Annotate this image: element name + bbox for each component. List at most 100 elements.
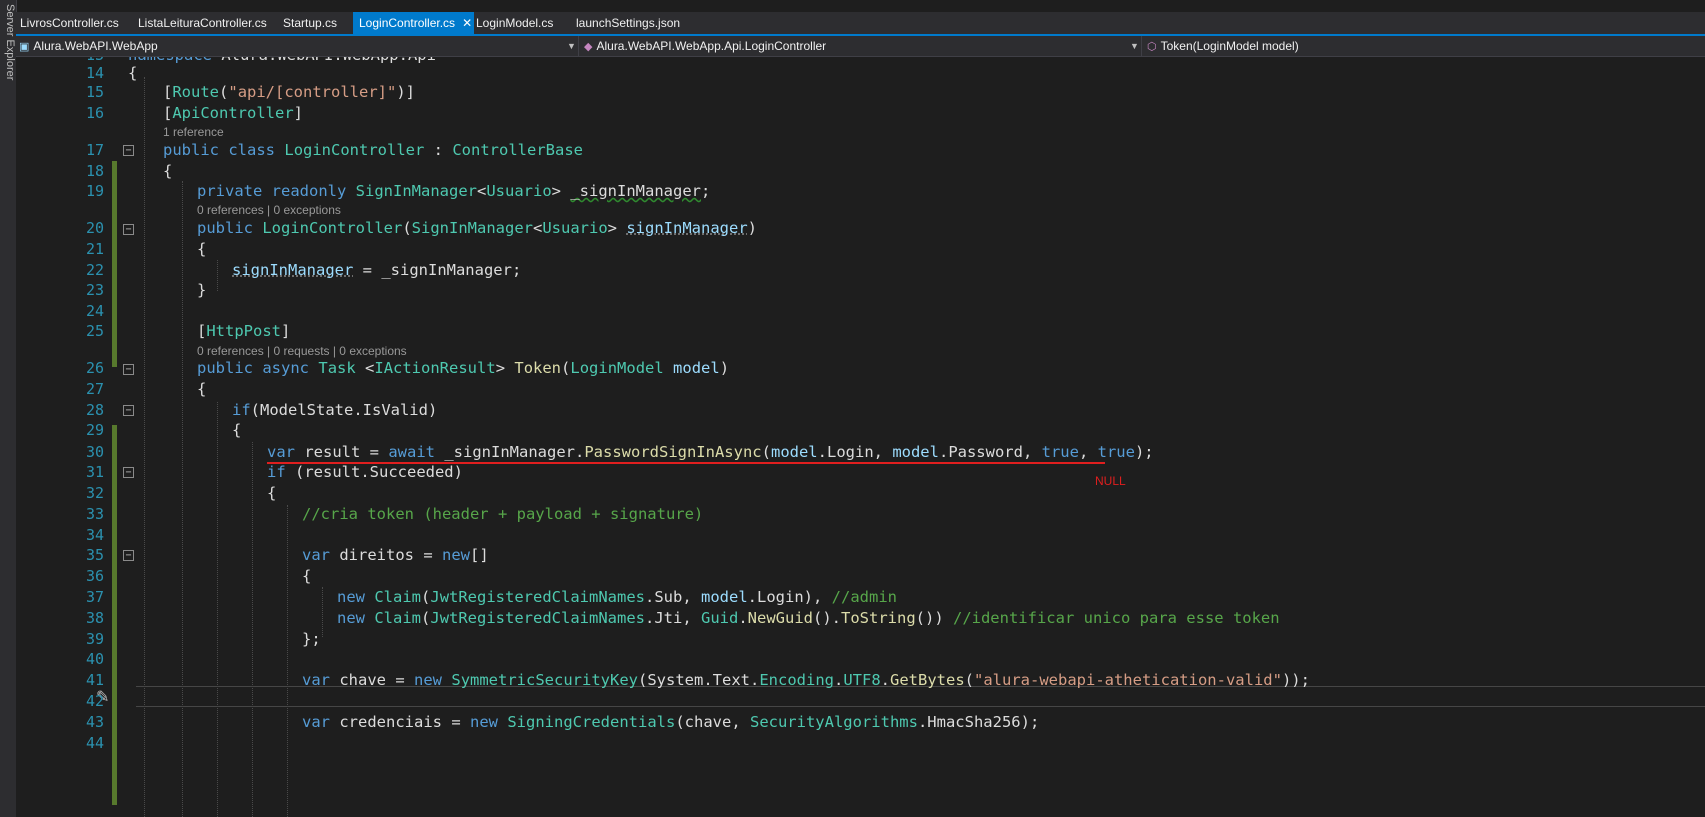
code-text: [ApiController] (163, 104, 304, 122)
tab-startup[interactable]: Startup.cs (283, 12, 337, 34)
tab-label: LoginModel.cs (476, 16, 554, 30)
code-line[interactable]: 39 }; (16, 629, 1705, 649)
code-comment: //cria token (header + payload + signatu… (302, 505, 704, 523)
method-icon: ⬡ (1147, 41, 1157, 53)
code-line[interactable]: 37 new Claim(JwtRegisteredClaimNames.Sub… (16, 587, 1705, 607)
project-label: Alura.WebAPI.WebApp (33, 39, 158, 53)
code-text: { (128, 64, 138, 82)
tab-label: Startup.cs (283, 16, 338, 30)
code-text: [HttpPost] (197, 322, 291, 340)
code-line[interactable]: 35 var direitos = new[] (16, 545, 1705, 565)
code-text: { (163, 162, 173, 180)
codelens-references[interactable]: 1 reference (163, 125, 224, 139)
chevron-down-icon[interactable]: ▼ (567, 37, 576, 55)
code-line[interactable]: 18 { (16, 161, 1705, 181)
code-editor[interactable]: − − − − − − ✎ 13 namespace Alura.WebAPI.… (16, 57, 1705, 817)
project-dropdown[interactable]: ▣ Alura.WebAPI.WebApp (19, 37, 158, 55)
tab-launch-settings[interactable]: launchSettings.json (576, 12, 680, 34)
code-text: new Claim(JwtRegisteredClaimNames.Sub, m… (337, 588, 897, 606)
tab-lista-leitura-controller[interactable]: ListaLeituraController.cs (138, 12, 267, 34)
line-number: 32 (85, 484, 104, 502)
tab-label: LivrosController.cs (20, 16, 119, 30)
type-dropdown[interactable]: ◆ Alura.WebAPI.WebApp.Api.LoginController (584, 37, 826, 55)
code-line[interactable]: 17 public class LoginController : Contro… (16, 140, 1705, 160)
csharp-project-icon: ▣ (19, 41, 30, 53)
line-number: 29 (85, 421, 104, 439)
code-line[interactable]: 21 { (16, 239, 1705, 259)
code-line[interactable]: 28 if(ModelState.IsValid) (16, 400, 1705, 420)
close-icon[interactable]: ✕ (462, 16, 472, 30)
divider (578, 36, 579, 56)
code-line[interactable]: 16 [ApiController] (16, 103, 1705, 123)
code-line[interactable]: 38 new Claim(JwtRegisteredClaimNames.Jti… (16, 608, 1705, 628)
line-number: 44 (85, 734, 104, 752)
codelens-references[interactable]: 0 references | 0 exceptions (197, 203, 341, 217)
code-text: }; (302, 630, 321, 648)
line-number: 30 (85, 443, 104, 461)
tab-login-controller[interactable]: LoginController.cs ✕ (353, 12, 475, 34)
code-text: { (197, 380, 207, 398)
code-text: [Route("api/[controller]")] (163, 83, 416, 101)
code-line[interactable]: 15 [Route("api/[controller]")] (16, 82, 1705, 102)
code-line[interactable]: 36 { (16, 566, 1705, 586)
line-number: 22 (85, 261, 104, 279)
code-line[interactable]: 19 private readonly SignInManager<Usuari… (16, 181, 1705, 201)
null-annotation-label: NULL (1095, 474, 1126, 488)
code-line[interactable]: 43 var credenciais = new SigningCredenti… (16, 712, 1705, 732)
line-number: 41 (85, 671, 104, 689)
code-line[interactable]: 31 if (result.Succeeded) (16, 462, 1705, 482)
code-text: var credenciais = new SigningCredentials… (302, 713, 1040, 731)
code-line[interactable]: 25 [HttpPost] (16, 321, 1705, 341)
code-line[interactable]: 27 { (16, 379, 1705, 399)
class-icon: ◆ (584, 41, 593, 53)
line-number: 24 (85, 302, 104, 320)
member-dropdown[interactable]: ⬡ Token(LoginModel model) (1147, 37, 1299, 55)
server-explorer-panel[interactable]: Server Explorer (0, 0, 17, 817)
line-number: 42 (85, 692, 104, 710)
tab-label: LoginController.cs (359, 16, 456, 30)
tab-label: launchSettings.json (576, 16, 681, 30)
tab-login-model[interactable]: LoginModel.cs (476, 12, 553, 34)
code-line[interactable]: 33 //cria token (header + payload + sign… (16, 504, 1705, 524)
line-number: 43 (85, 713, 104, 731)
code-line[interactable]: 40 (16, 649, 1705, 669)
code-text: } (197, 281, 207, 299)
line-number: 34 (85, 526, 104, 544)
code-line[interactable]: 44 (16, 733, 1705, 753)
code-line[interactable]: 41 var chave = new SymmetricSecurityKey(… (16, 670, 1705, 690)
code-line[interactable]: 32 { (16, 483, 1705, 503)
code-line[interactable]: 26 public async Task <IActionResult> Tok… (16, 358, 1705, 378)
code-line[interactable]: 42 (16, 691, 1705, 711)
code-text: private readonly SignInManager<Usuario> … (197, 182, 711, 200)
line-number: 40 (85, 650, 104, 668)
line-number: 31 (85, 463, 104, 481)
line-number: 27 (85, 380, 104, 398)
chevron-down-icon[interactable]: ▼ (1130, 37, 1139, 55)
code-line[interactable]: 20 public LoginController(SignInManager<… (16, 218, 1705, 238)
document-tab-bar: LivrosController.cs ListaLeituraControll… (16, 12, 1705, 34)
code-text: { (267, 484, 277, 502)
line-number: 28 (85, 401, 104, 419)
divider (1141, 36, 1142, 56)
line-number: 21 (85, 240, 104, 258)
code-text: if (result.Succeeded) (267, 463, 463, 481)
code-line[interactable]: 23 } (16, 280, 1705, 300)
line-number: 33 (85, 505, 104, 523)
line-number: 39 (85, 630, 104, 648)
code-line[interactable]: 22 signInManager = _signInManager; (16, 260, 1705, 280)
code-text: public class LoginController : Controlle… (163, 141, 583, 159)
line-number: 20 (85, 219, 104, 237)
code-line[interactable]: 30 var result = await _signInManager.Pas… (16, 442, 1705, 462)
tab-livros-controller[interactable]: LivrosController.cs (20, 12, 119, 34)
line-number: 26 (85, 359, 104, 377)
line-number: 25 (85, 322, 104, 340)
codelens-references[interactable]: 0 references | 0 requests | 0 exceptions (197, 344, 407, 358)
code-text: { (232, 421, 242, 439)
code-line[interactable]: 14 { (16, 63, 1705, 83)
code-line[interactable]: 29 { (16, 420, 1705, 440)
code-line[interactable]: 24 (16, 301, 1705, 321)
code-line[interactable]: 34 (16, 525, 1705, 545)
code-text: signInManager = _signInManager; (232, 261, 522, 279)
line-number: 16 (85, 104, 104, 122)
line-number: 36 (85, 567, 104, 585)
